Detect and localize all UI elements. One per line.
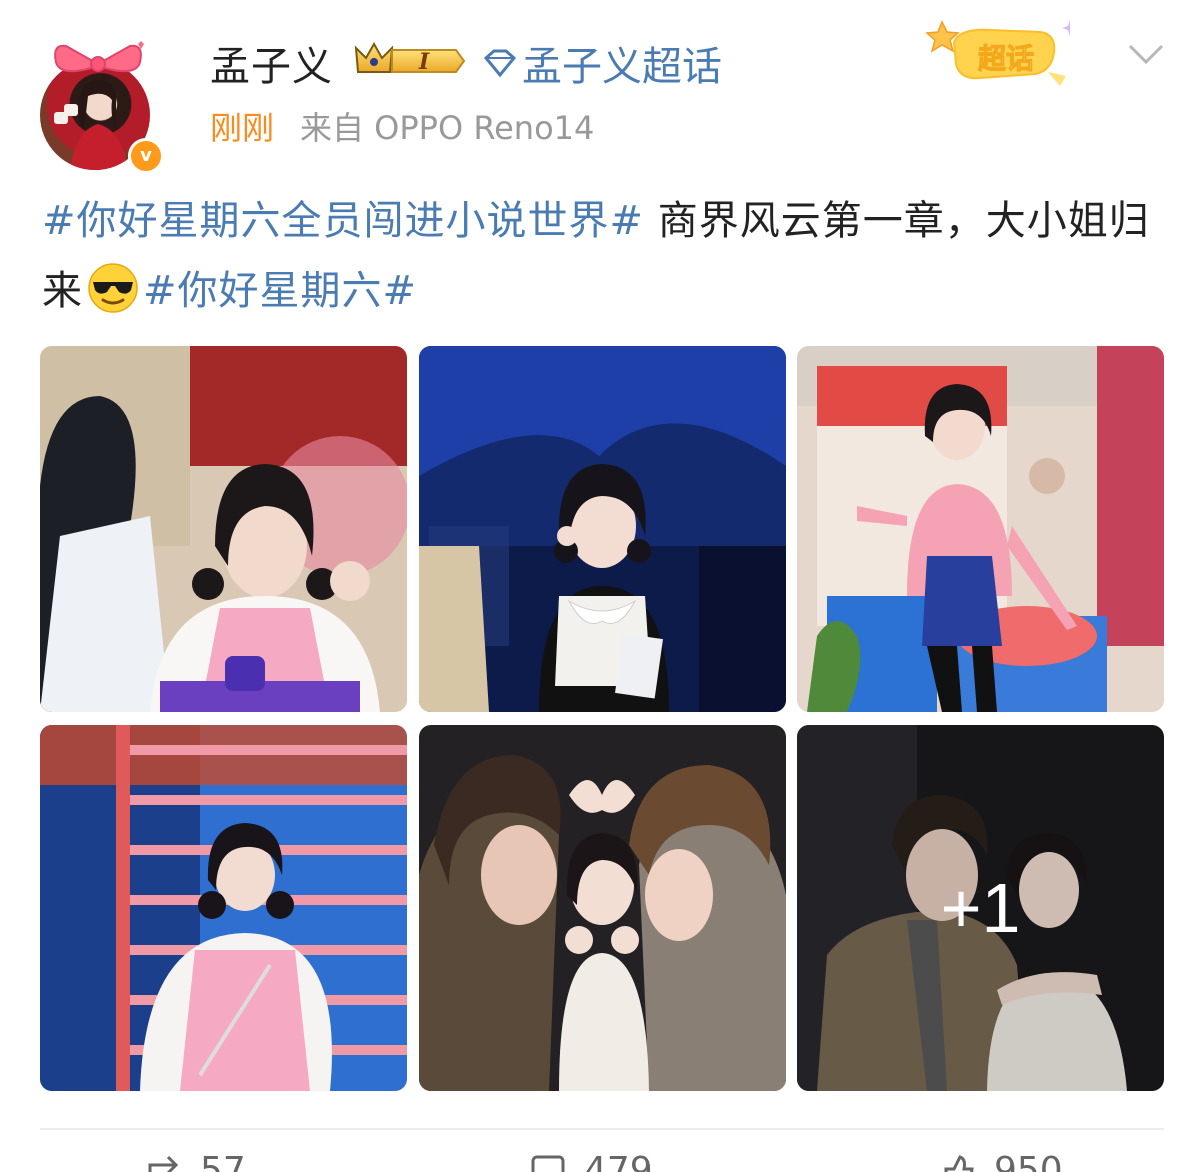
cool-sunglasses-emoji-icon bbox=[88, 263, 138, 313]
post-image[interactable] bbox=[419, 346, 786, 712]
repost-button[interactable]: 57 bbox=[146, 1150, 246, 1172]
supertopic-link-label: 孟子义超话 bbox=[522, 44, 722, 90]
supertopic-link[interactable]: 孟子义超话 bbox=[480, 34, 722, 92]
comment-count: 479 bbox=[584, 1150, 653, 1172]
more-images-count[interactable]: +1 bbox=[797, 725, 1164, 1091]
chevron-down-icon[interactable] bbox=[1126, 40, 1166, 68]
post-image[interactable] bbox=[40, 725, 407, 1091]
hashtag-link[interactable]: #你好星期六# bbox=[143, 268, 417, 314]
post-image[interactable] bbox=[797, 346, 1164, 712]
member-level-badge-icon[interactable]: I bbox=[352, 38, 468, 80]
comment-button[interactable]: 479 bbox=[530, 1150, 653, 1172]
divider bbox=[40, 1128, 1164, 1130]
like-count: 950 bbox=[994, 1150, 1063, 1172]
hashtag-link[interactable]: #你好星期六全员闯进小说世界# bbox=[42, 198, 644, 244]
like-button[interactable]: 950 bbox=[940, 1150, 1063, 1172]
verified-badge-icon: v bbox=[128, 138, 164, 174]
post-image[interactable] bbox=[419, 725, 786, 1091]
badge-level-text: I bbox=[418, 49, 430, 75]
avatar[interactable]: v bbox=[40, 41, 166, 174]
diamond-icon bbox=[483, 49, 517, 78]
supertopic-badge-label: 超话 bbox=[978, 42, 1034, 75]
post-time: 刚刚 bbox=[210, 109, 275, 147]
username[interactable]: 孟子义 bbox=[210, 34, 333, 92]
post-image[interactable]: +1 bbox=[797, 725, 1164, 1091]
post-source: 来自 OPPO Reno14 bbox=[300, 109, 595, 147]
bow-decoration-icon bbox=[54, 41, 144, 73]
like-icon bbox=[944, 1154, 974, 1172]
comment-icon bbox=[531, 1155, 565, 1172]
supertopic-badge-icon[interactable]: 超话 bbox=[920, 12, 1070, 98]
repost-count: 57 bbox=[200, 1150, 246, 1172]
post-image[interactable] bbox=[40, 346, 407, 712]
repost-icon bbox=[148, 1155, 179, 1172]
post-text: #你好星期六全员闯进小说世界# 商界风云第一章，大小姐归来 #你好星期六# bbox=[42, 186, 1172, 326]
action-bar: 57 479 950 bbox=[0, 1150, 1204, 1172]
